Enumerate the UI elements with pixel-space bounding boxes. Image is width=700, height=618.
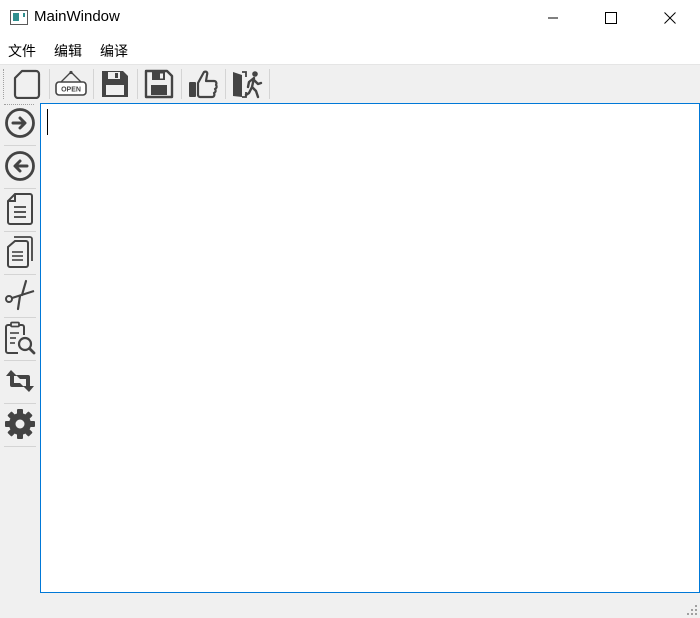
undo-button[interactable] xyxy=(1,145,39,187)
minimize-button[interactable] xyxy=(524,0,582,36)
copy-icon xyxy=(7,236,33,268)
save-as-button[interactable] xyxy=(139,67,179,101)
maximize-icon xyxy=(605,12,617,24)
window-title: MainWindow xyxy=(34,8,120,25)
thumbs-up-icon xyxy=(189,70,218,99)
replace-button[interactable] xyxy=(1,360,39,402)
settings-button[interactable] xyxy=(1,403,39,445)
open-sign-icon: OPEN xyxy=(55,70,87,96)
menu-bar: 文件 编辑 编译 xyxy=(0,36,700,64)
document-button[interactable] xyxy=(1,188,39,230)
document-icon xyxy=(7,193,33,225)
new-file-icon xyxy=(13,69,41,99)
replace-icon xyxy=(6,370,34,392)
svg-text:OPEN: OPEN xyxy=(61,87,81,94)
menu-compile[interactable]: 编译 xyxy=(100,41,128,61)
redo-arrow-right-icon xyxy=(5,108,35,138)
settings-gear-icon xyxy=(5,409,35,439)
text-editor[interactable] xyxy=(40,103,700,593)
maximize-button[interactable] xyxy=(582,0,640,36)
menu-edit[interactable]: 编辑 xyxy=(54,41,82,61)
redo-button[interactable] xyxy=(1,102,39,144)
main-toolbar: OPEN xyxy=(0,64,700,102)
save-icon xyxy=(102,71,128,97)
find-icon xyxy=(5,321,36,355)
undo-arrow-left-icon xyxy=(5,151,35,181)
copy-button[interactable] xyxy=(1,231,39,273)
minimize-icon xyxy=(548,17,558,19)
scissors-icon xyxy=(5,279,35,311)
exit-icon xyxy=(233,71,263,99)
like-button[interactable] xyxy=(183,67,223,101)
text-caret xyxy=(47,109,48,135)
open-button[interactable]: OPEN xyxy=(51,67,91,101)
toolbar-grip[interactable] xyxy=(3,69,5,99)
cut-button[interactable] xyxy=(1,274,39,316)
close-icon xyxy=(664,12,676,24)
exit-button[interactable] xyxy=(227,67,267,101)
find-button[interactable] xyxy=(1,317,39,359)
save-button[interactable] xyxy=(95,67,135,101)
close-button[interactable] xyxy=(641,0,699,36)
new-file-button[interactable] xyxy=(7,67,47,101)
save-as-icon xyxy=(144,69,174,99)
size-grip-icon[interactable] xyxy=(686,604,698,616)
app-icon xyxy=(10,10,28,25)
status-bar xyxy=(0,593,700,618)
title-bar: MainWindow xyxy=(0,0,700,36)
side-toolbar xyxy=(0,102,40,592)
menu-file[interactable]: 文件 xyxy=(8,41,36,61)
